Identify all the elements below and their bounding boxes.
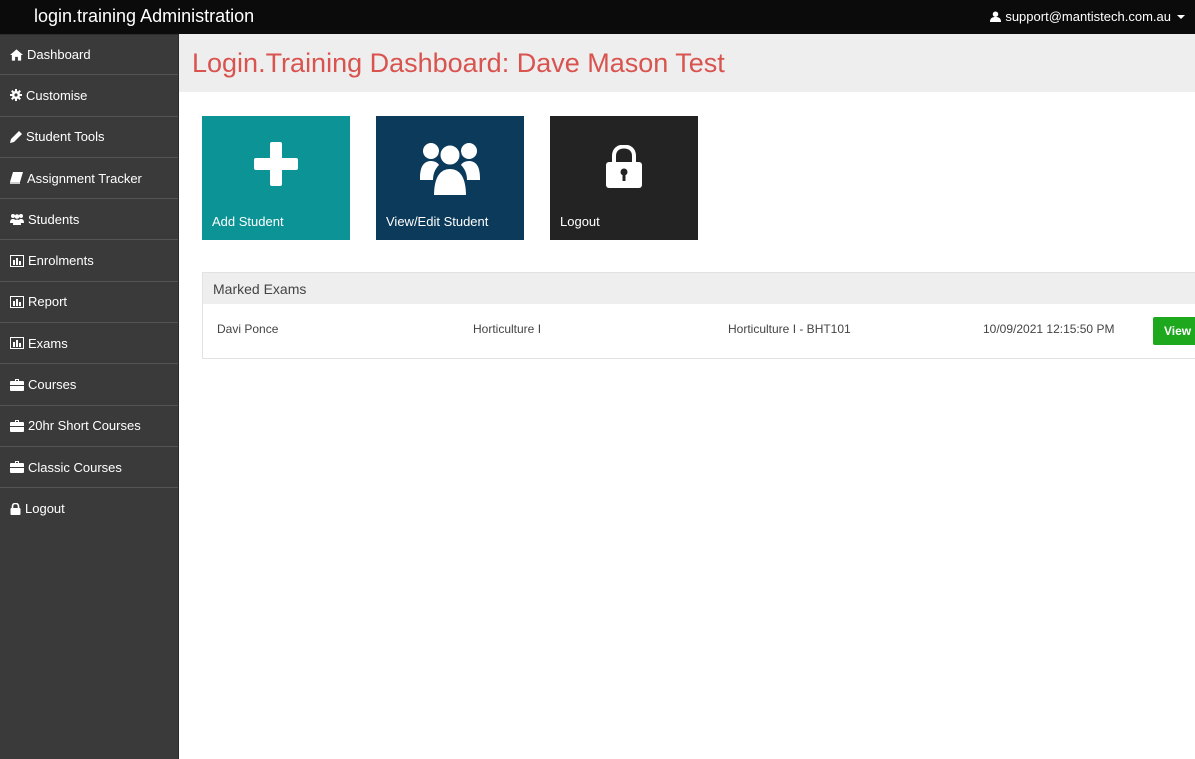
pencil-icon: [10, 130, 22, 143]
plus-icon: [254, 142, 298, 186]
sidebar: Dashboard Customise Student Tools Assign…: [0, 34, 179, 759]
top-navbar: login.training Administration support@ma…: [0, 0, 1195, 34]
sidebar-item-student-tools[interactable]: Student Tools: [0, 117, 178, 158]
sidebar-item-exams[interactable]: Exams: [0, 323, 178, 365]
gear-icon: [10, 89, 22, 102]
sidebar-item-20hr-short-courses[interactable]: 20hr Short Courses: [0, 406, 178, 447]
book-icon: [10, 172, 23, 185]
marked-date: 10/09/2021 12:15:50 PM: [983, 322, 1115, 336]
chevron-down-icon: [1177, 15, 1185, 19]
user-icon: [990, 11, 1002, 22]
user-email: support@mantistech.com.au: [1005, 9, 1171, 24]
panel-heading: Marked Exams: [203, 273, 1195, 304]
logout-tile[interactable]: Logout: [550, 116, 698, 240]
tile-label: View/Edit Student: [386, 214, 489, 229]
unit-name: Horticulture I - BHT101: [728, 322, 851, 336]
tile-label: Logout: [560, 214, 600, 229]
sidebar-item-courses[interactable]: Courses: [0, 364, 178, 406]
app-title[interactable]: login.training Administration: [34, 6, 254, 27]
marked-exams-panel: Marked Exams Davi Ponce Horticulture I H…: [202, 272, 1195, 359]
home-icon: [10, 49, 23, 61]
briefcase-icon: [10, 378, 24, 391]
users-icon: [10, 214, 24, 226]
page-header: Login.Training Dashboard: Dave Mason Tes…: [179, 34, 1195, 92]
sidebar-item-report[interactable]: Report: [0, 282, 178, 324]
bar-chart-icon: [10, 254, 24, 267]
sidebar-item-enrolments[interactable]: Enrolments: [0, 240, 178, 282]
users-icon: [420, 143, 480, 196]
sidebar-item-label: Report: [28, 294, 68, 310]
sidebar-item-label: Customise: [26, 87, 88, 103]
sidebar-item-dashboard[interactable]: Dashboard: [0, 34, 178, 76]
add-student-tile[interactable]: Add Student: [202, 116, 350, 240]
sidebar-item-label: Student Tools: [26, 129, 105, 145]
user-menu[interactable]: support@mantistech.com.au: [990, 9, 1185, 24]
sidebar-item-label: Classic Courses: [28, 459, 122, 475]
sidebar-item-customise[interactable]: Customise: [0, 75, 178, 117]
sidebar-item-logout[interactable]: Logout: [0, 488, 178, 529]
course-name: Horticulture I: [473, 322, 542, 336]
page-title: Login.Training Dashboard: Dave Mason Tes…: [192, 47, 725, 78]
main-content: Login.Training Dashboard: Dave Mason Tes…: [179, 34, 1195, 759]
bar-chart-icon: [10, 337, 24, 350]
sidebar-item-label: Courses: [28, 377, 77, 393]
sidebar-item-label: Enrolments: [28, 253, 94, 269]
table-row: Davi Ponce Horticulture I Horticulture I…: [203, 304, 1195, 358]
sidebar-item-label: Assignment Tracker: [27, 170, 142, 186]
student-name: Davi Ponce: [217, 322, 279, 336]
sidebar-item-assignment-tracker[interactable]: Assignment Tracker: [0, 158, 178, 200]
sidebar-item-label: Dashboard: [27, 47, 91, 63]
lock-icon: [10, 502, 21, 515]
view-button[interactable]: View: [1153, 317, 1195, 345]
sidebar-item-classic-courses[interactable]: Classic Courses: [0, 447, 178, 489]
sidebar-item-students[interactable]: Students: [0, 199, 178, 241]
sidebar-item-label: Exams: [28, 335, 68, 351]
view-edit-student-tile[interactable]: View/Edit Student: [376, 116, 524, 240]
tile-label: Add Student: [212, 214, 284, 229]
sidebar-item-label: Logout: [25, 501, 65, 517]
lock-icon: [606, 145, 642, 188]
sidebar-item-label: 20hr Short Courses: [28, 418, 141, 434]
sidebar-item-label: Students: [28, 211, 80, 227]
briefcase-icon: [10, 419, 24, 432]
bar-chart-icon: [10, 295, 24, 308]
briefcase-icon: [10, 461, 24, 474]
